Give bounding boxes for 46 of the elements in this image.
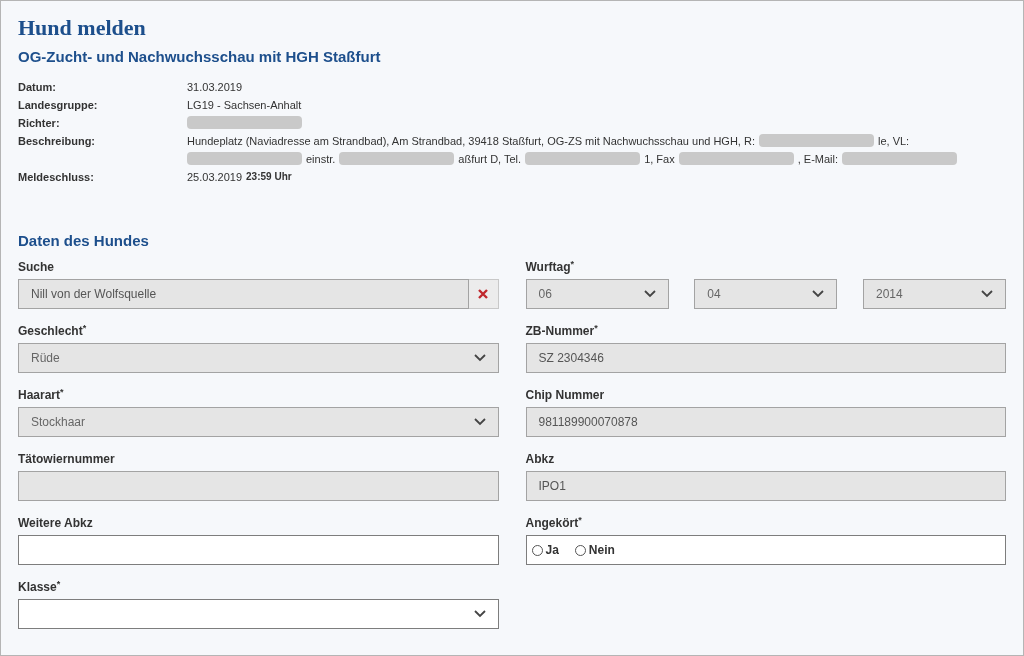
field-label: Weitere Abkz — [18, 516, 94, 530]
field-label: Wurftag$^{*}$ — [525, 260, 576, 274]
info-value: Hundeplatz (Naviadresse am Strandbad), Am Strandbad, 39418 Staßfurt, OG-ZS mit Nachwuchsschau und HGH, R: — [187, 133, 755, 149]
chevron-down-icon — [473, 610, 486, 618]
info-value: le, VL: — [878, 133, 910, 149]
dropdown[interactable] — [18, 599, 499, 629]
close-icon — [478, 289, 488, 299]
field-label: Suche — [18, 260, 55, 274]
chevron-down-icon — [643, 290, 656, 298]
info-label: Beschreibung: — [18, 133, 96, 149]
event-title: OG-Zucht- und Nachwuchsschau mit HGH Staßfurt — [18, 47, 382, 67]
info-value: 31.03.2019 — [187, 79, 243, 95]
clear-button[interactable] — [468, 279, 499, 309]
field-label: Abkz — [525, 452, 556, 466]
chevron-down-icon — [981, 290, 993, 298]
input-field[interactable] — [18, 535, 499, 565]
info-value: , E-Mail: — [797, 151, 839, 167]
field-label: Haarart$^{*}$ — [18, 388, 65, 402]
info-value: aßfurt D, Tel. — [458, 151, 522, 167]
info-label: Landesgruppe: — [18, 97, 99, 113]
info-time: 23:59 Uhr — [246, 169, 292, 184]
field-label: Angekört$^{*}$ — [525, 516, 583, 530]
chevron-down-icon — [473, 354, 486, 362]
info-value: LG19 - Sachsen-Anhalt — [187, 97, 302, 113]
dropdown-value: 2014 — [876, 286, 903, 303]
chevron-down-icon — [812, 290, 825, 298]
field-label: ZB-Nummer$^{*}$ — [525, 324, 599, 338]
dropdown-value: 06 — [538, 286, 552, 303]
field-label: Geschlecht$^{*}$ — [18, 324, 88, 338]
dropdown-value: Rüde — [31, 350, 60, 367]
dropdown-value: Stockhaar — [31, 414, 86, 431]
chevron-down-icon — [473, 418, 486, 426]
info-value: 1, Fax — [644, 151, 675, 167]
radio-option[interactable]: Ja — [531, 541, 559, 559]
field-label: Chip Nummer — [525, 388, 606, 402]
info-value: einstr. — [306, 151, 336, 167]
dropdown-value: 04 — [707, 286, 721, 303]
info-label: Richter: — [18, 115, 61, 131]
field-label: Tätowiernummer — [18, 452, 116, 466]
section-title: Daten des Hundes — [18, 230, 150, 251]
info-label: Meldeschluss: — [18, 169, 95, 185]
page-title: Hund melden — [18, 15, 147, 41]
info-value: 25.03.2019 — [187, 169, 243, 185]
radio-option[interactable]: Nein — [574, 541, 615, 559]
field-label: Klasse$^{*}$ — [18, 580, 62, 594]
info-label: Datum: — [18, 79, 57, 95]
